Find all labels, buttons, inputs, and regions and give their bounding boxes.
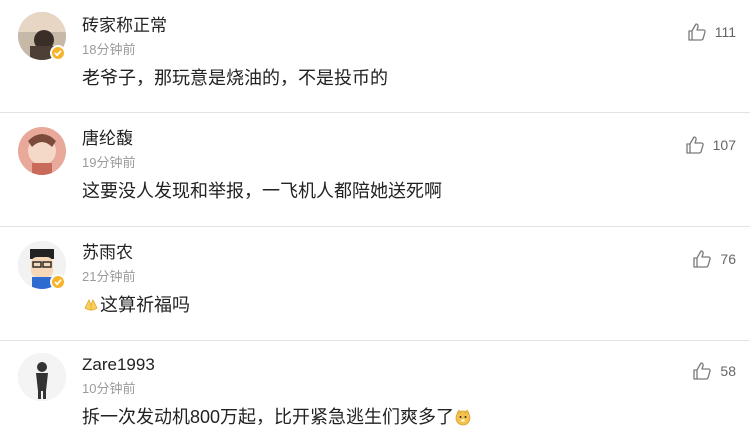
comment-text-body: 这算祈福吗 — [100, 295, 190, 315]
comment-text: 这要没人发现和举报，一飞机人都陪她送死啊 — [82, 181, 442, 201]
avatar[interactable] — [18, 127, 66, 175]
like-button[interactable]: 76 — [692, 249, 736, 269]
thumbs-up-icon — [687, 22, 707, 42]
timestamp: 10分钟前 — [82, 381, 136, 396]
comment-text: 老爷子，那玩意是烧油的，不是投币的 — [82, 68, 388, 88]
like-button[interactable]: 107 — [685, 135, 736, 155]
username[interactable]: 砖家称正常 — [82, 16, 167, 36]
avatar[interactable] — [18, 353, 66, 401]
verified-badge-icon — [50, 274, 66, 290]
comment-item: 砖家称正常 18分钟前 老爷子，那玩意是烧油的，不是投币的 111 — [0, 0, 750, 113]
comment-text-body: 拆一次发动机800万起，比开紧急逃生们爽多了 — [82, 407, 455, 427]
thumbs-up-icon — [685, 135, 705, 155]
comment-text: 拆一次发动机800万起，比开紧急逃生们爽多了 — [82, 405, 472, 429]
verified-badge-icon — [50, 45, 66, 61]
like-count: 111 — [714, 24, 736, 40]
timestamp: 18分钟前 — [82, 42, 136, 57]
comment-item: Zare1993 10分钟前 拆一次发动机800万起，比开紧急逃生们爽多了 58 — [0, 341, 750, 443]
like-count: 107 — [712, 137, 736, 153]
comment-list: 砖家称正常 18分钟前 老爷子，那玩意是烧油的，不是投币的 111 唐纶馥 19… — [0, 0, 750, 443]
like-count: 58 — [720, 363, 736, 379]
timestamp: 19分钟前 — [82, 155, 136, 170]
doge-emoji — [454, 408, 472, 426]
comment-item: 唐纶馥 19分钟前 这要没人发现和举报，一飞机人都陪她送死啊 107 — [0, 113, 750, 227]
timestamp: 21分钟前 — [82, 269, 136, 284]
thumbs-up-icon — [692, 361, 712, 381]
comment-text: 这算祈福吗 — [82, 293, 190, 317]
avatar-image — [18, 127, 66, 175]
like-count: 76 — [720, 251, 736, 267]
like-button[interactable]: 111 — [687, 22, 736, 42]
username[interactable]: Zare1993 — [82, 355, 155, 375]
thumbs-up-icon — [692, 249, 712, 269]
like-button[interactable]: 58 — [692, 361, 736, 381]
username[interactable]: 唐纶馥 — [82, 129, 133, 149]
comment-item: 苏雨农 21分钟前 这算祈福吗 76 — [0, 227, 750, 341]
username[interactable]: 苏雨农 — [82, 243, 133, 263]
avatar-image — [18, 353, 66, 401]
praying-hands-emoji — [82, 296, 100, 314]
